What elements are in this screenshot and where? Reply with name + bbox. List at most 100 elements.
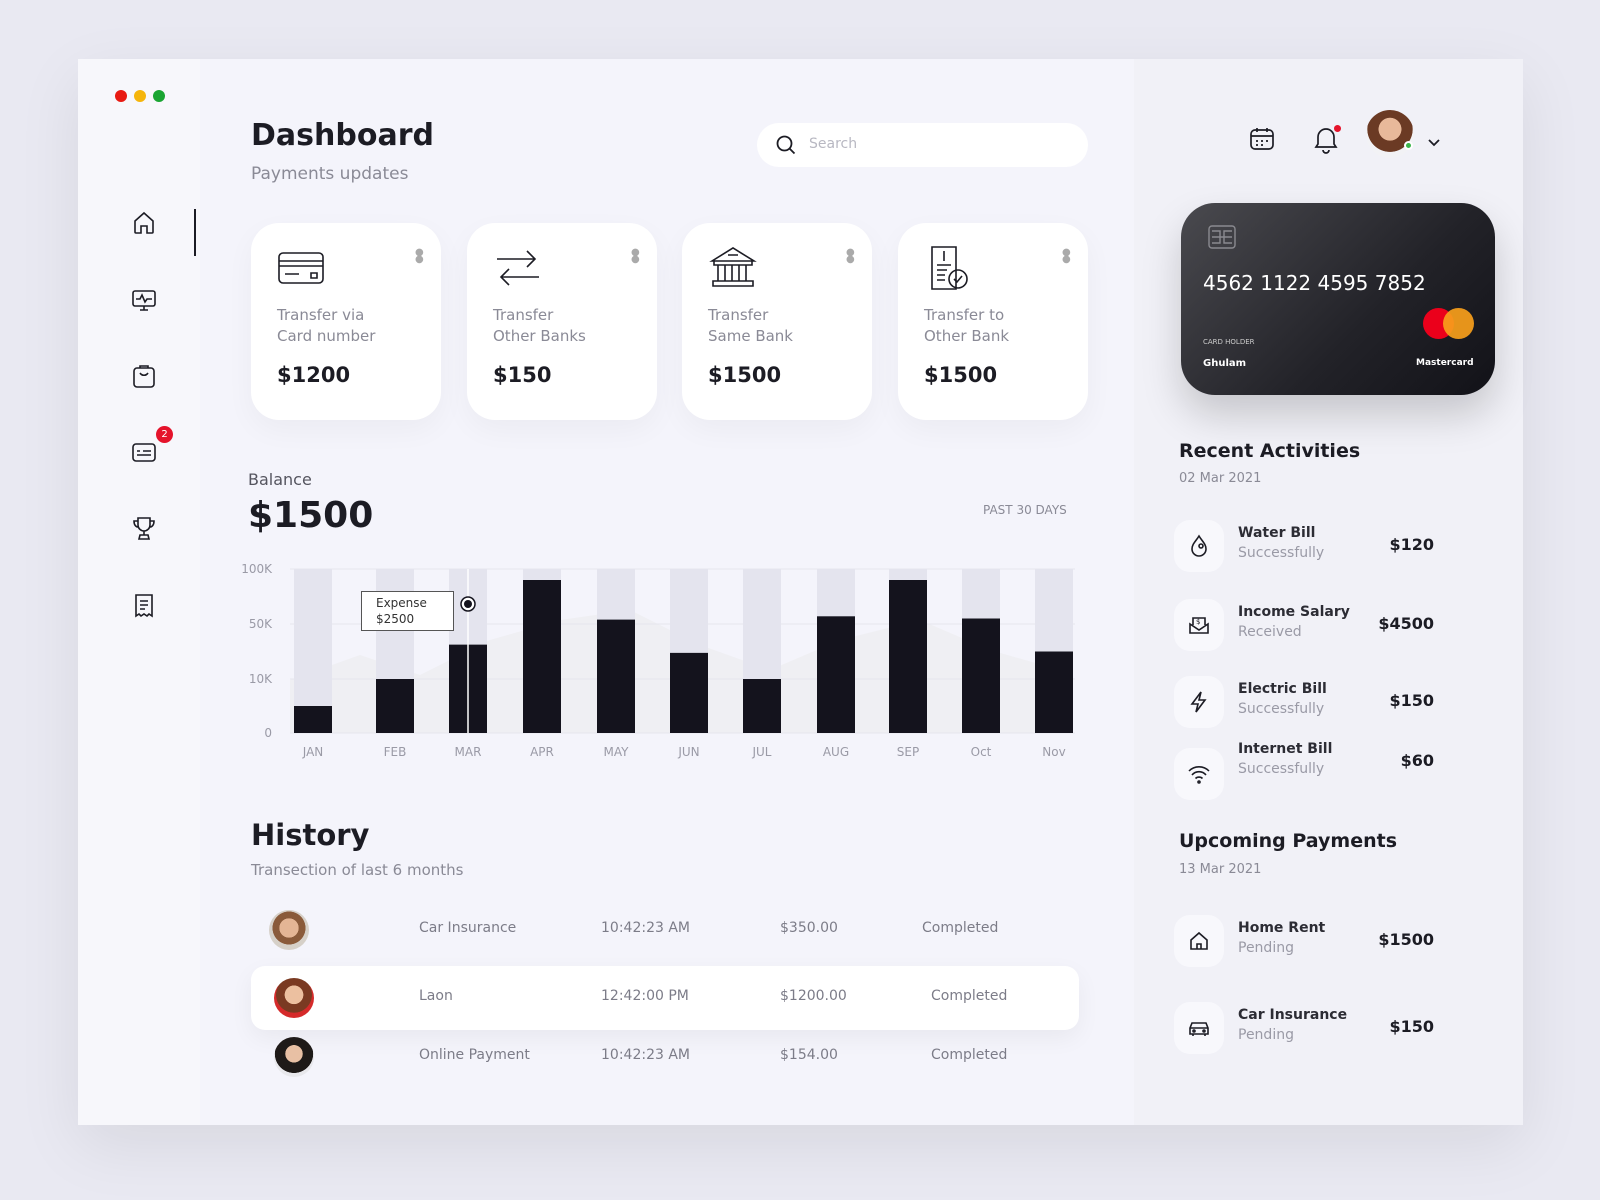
tooltip-value: $2500 (376, 612, 415, 626)
history-amount: $154.00 (780, 1047, 838, 1063)
activity-name: Income Salary (1238, 604, 1350, 620)
window-minimize-button[interactable] (134, 90, 146, 102)
chevron-down-icon[interactable] (1426, 137, 1442, 149)
history-name: Laon (419, 988, 453, 1004)
bar-jan (294, 706, 332, 733)
more-options-icon[interactable]: ● ● (1062, 248, 1071, 265)
card-title-line2: Card number (277, 327, 376, 345)
home-icon (134, 211, 154, 234)
notification-dot (1334, 125, 1341, 132)
upcoming-amount: $1500 (1378, 930, 1434, 949)
history-title: History (251, 818, 370, 852)
more-options-icon[interactable]: ● ● (415, 248, 424, 265)
x-tick-label: SEP (897, 745, 919, 759)
trophy-icon (133, 517, 155, 540)
activity-amount: $4500 (1378, 614, 1434, 633)
avatar (269, 910, 309, 950)
upcoming-payments-date: 13 Mar 2021 (1179, 862, 1262, 877)
calendar-icon[interactable] (1248, 125, 1276, 153)
sidebar-item-monitor[interactable] (130, 286, 158, 314)
user-avatar[interactable] (1366, 110, 1414, 158)
history-status: Completed (931, 1047, 1008, 1063)
activity-amount: $150 (1389, 691, 1434, 710)
transfer-card-number[interactable]: ● ● Transfer via Card number $1200 (251, 223, 441, 420)
balance-bar-chart: 0 10K 50K 100K JAN FEB MAR APR MAY JUN JUL AUG SEP Oc… (241, 562, 1075, 759)
x-tick-label: MAR (455, 745, 482, 759)
history-status: Completed (922, 920, 999, 936)
page-subtitle: Payments updates (251, 164, 409, 184)
history-row[interactable]: Online Payment 10:42:23 AM $154.00 Compl… (251, 1025, 1079, 1089)
window-maximize-button[interactable] (153, 90, 165, 102)
y-tick-label: 100K (241, 562, 273, 576)
avatar (274, 978, 314, 1018)
bank-card[interactable]: 4562 1122 4595 7852 CARD HOLDER Ghulam M… (1181, 203, 1495, 395)
bar-may (597, 619, 635, 733)
card-title-line1: Transfer to (924, 306, 1005, 324)
card-amount: $150 (493, 363, 552, 387)
activity-name: Water Bill (1238, 525, 1316, 541)
sidebar-item-trophy[interactable] (130, 514, 158, 542)
card-chip-icon (1208, 225, 1236, 249)
upcoming-amount: $150 (1389, 1017, 1434, 1036)
card-amount: $1500 (708, 363, 782, 387)
card-number: 4562 1122 4595 7852 (1203, 271, 1426, 295)
more-options-icon[interactable]: ● ● (846, 248, 855, 265)
history-amount: $1200.00 (780, 988, 847, 1004)
hover-marker-dot (464, 600, 472, 608)
card-title-line1: Transfer (493, 306, 554, 324)
wifi-icon (1188, 766, 1210, 784)
history-status: Completed (931, 988, 1008, 1004)
y-tick-label: 0 (264, 726, 272, 740)
sidebar-item-messages[interactable] (130, 438, 158, 466)
period-selector[interactable]: PAST 30 DAYS (983, 503, 1067, 517)
activity-status: Successfully (1238, 545, 1325, 561)
page-title: Dashboard (251, 118, 434, 153)
transfer-same-bank[interactable]: ● ● Transfer Same Bank $1500 (682, 223, 872, 420)
transfer-to-other-bank[interactable]: ● ● Transfer to Other Bank $1500 (898, 223, 1088, 420)
mastercard-logo-circle (1443, 308, 1474, 339)
search-input[interactable]: Search (757, 123, 1088, 167)
search-placeholder: Search (809, 136, 858, 152)
card-holder-label: CARD HOLDER (1203, 338, 1255, 346)
salary-icon: $ (1189, 617, 1209, 634)
svg-text:$: $ (1196, 618, 1200, 626)
bar-apr (523, 580, 561, 733)
tooltip-label: Expense (376, 596, 427, 610)
sidebar-item-receipt[interactable] (130, 591, 158, 619)
upcoming-status: Pending (1238, 1027, 1294, 1043)
online-status-dot (1404, 141, 1413, 150)
message-card-icon (132, 443, 156, 462)
home-icon (1190, 931, 1208, 950)
card-holder-name: Ghulam (1203, 358, 1247, 369)
card-title-line2: Other Bank (924, 327, 1010, 345)
sidebar-item-clipboard[interactable] (130, 362, 158, 390)
more-options-icon[interactable]: ● ● (631, 248, 640, 265)
bar-feb (376, 679, 414, 733)
upcoming-item[interactable]: Home Rent Pending $1500 (1174, 915, 1434, 967)
activity-item[interactable]: $ Income Salary Received $4500 (1174, 599, 1434, 651)
messages-badge: 2 (156, 426, 173, 443)
card-brand: Mastercard (1416, 358, 1474, 368)
transfer-arrows-icon (497, 250, 539, 286)
activity-amount: $120 (1389, 535, 1434, 554)
upcoming-item[interactable]: Car Insurance Pending $150 (1174, 1002, 1434, 1054)
x-tick-label: JUL (751, 745, 771, 759)
activity-item[interactable]: Electric Bill Successfully $150 (1174, 676, 1434, 728)
history-row[interactable]: Laon 12:42:00 PM $1200.00 Completed (251, 966, 1079, 1030)
transfer-other-banks[interactable]: ● ● Transfer Other Banks $150 (467, 223, 657, 420)
bar-aug (817, 616, 855, 733)
history-subtitle: Transection of last 6 months (251, 861, 464, 879)
activity-item[interactable]: Water Bill Successfully $120 (1174, 520, 1434, 572)
chart-tooltip: Expense $2500 (361, 591, 454, 631)
card-title-line1: Transfer (708, 306, 769, 324)
activity-amount: $60 (1400, 751, 1434, 770)
sidebar-item-home[interactable] (130, 209, 158, 237)
history-name: Online Payment (419, 1047, 530, 1063)
history-row[interactable]: Car Insurance 10:42:23 AM $350.00 Comple… (251, 898, 1079, 962)
clipboard-icon (133, 365, 155, 388)
activity-item[interactable]: Internet Bill Successfully $60 (1174, 736, 1434, 800)
bar-jun (670, 652, 708, 733)
x-tick-label: MAY (604, 745, 630, 759)
window-close-button[interactable] (115, 90, 127, 102)
upcoming-name: Home Rent (1238, 920, 1326, 936)
